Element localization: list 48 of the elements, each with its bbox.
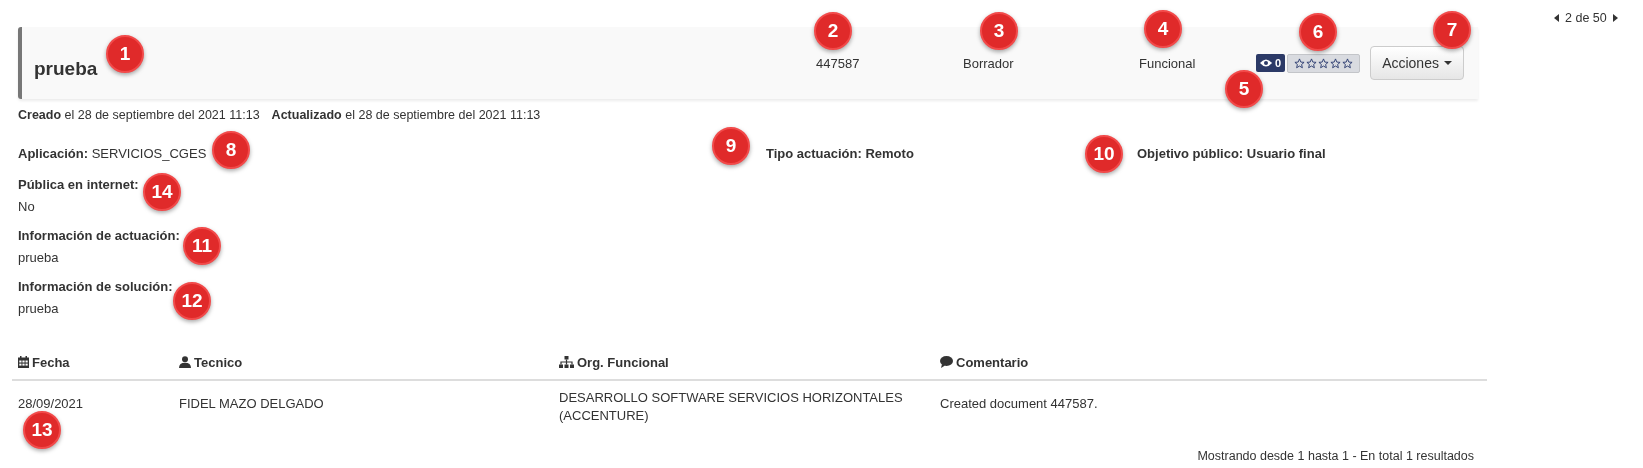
created-date: Creado el 28 de septiembre del 2021 11:13 <box>18 108 260 122</box>
updated-date: Actualizado el 28 de septiembre del 2021 11:13 <box>271 108 541 122</box>
annotation-marker: 13 <box>23 411 61 449</box>
caret-icon <box>1443 61 1452 65</box>
field-text: Tipo actuación: Remoto <box>766 146 914 161</box>
document-code: 447587 <box>816 55 860 71</box>
annotation-marker: 14 <box>143 173 181 211</box>
table-cell: 28/09/2021 <box>18 396 84 411</box>
table-cell: Created document 447587. <box>940 396 1098 411</box>
annotation-marker: 10 <box>1085 135 1123 173</box>
field-text: Aplicación: SERVICIOS_CGES <box>18 146 207 161</box>
annotation-marker: 11 <box>183 227 221 265</box>
document-type: Funcional <box>1139 55 1196 71</box>
next-icon[interactable] <box>1612 14 1618 22</box>
field-label: Información de solución: <box>18 279 173 294</box>
annotation-marker: 6 <box>1299 13 1337 51</box>
actions-button[interactable]: Acciones <box>1370 46 1464 80</box>
annotation-marker: 2 <box>814 12 852 50</box>
table-cell: FIDEL MAZO DELGADO <box>179 396 324 411</box>
table-cell: DESARROLLO SOFTWARE SERVICIOS HORIZONTALES (ACCENTURE) <box>559 390 903 423</box>
field-text: Objetivo público: Usuario final <box>1137 146 1326 161</box>
document-title: prueba <box>33 57 98 80</box>
column-header: Org. Funcional <box>553 346 934 380</box>
column-header: Fecha <box>12 346 173 380</box>
column-header: Comentario <box>934 346 1487 380</box>
user-icon <box>179 356 191 368</box>
results-summary: Mostrando desde 1 hasta 1 - En total 1 resultados <box>1197 449 1474 463</box>
annotation-marker: 8 <box>212 131 250 169</box>
previous-icon[interactable] <box>1554 14 1559 22</box>
field-value: prueba <box>18 250 59 265</box>
sitemap-icon <box>559 356 574 368</box>
field-value: No <box>18 199 35 214</box>
annotation-marker: 4 <box>1144 10 1182 48</box>
document-status: Borrador <box>963 55 1014 71</box>
page-indicator: 2 de 50 <box>1565 11 1607 25</box>
annotation-marker: 3 <box>980 12 1018 50</box>
field-label: Información de actuación: <box>18 228 180 243</box>
field-label: Pública en internet: <box>18 177 139 192</box>
annotation-marker: 9 <box>712 127 750 165</box>
annotation-marker: 7 <box>1433 11 1471 49</box>
calendar-icon <box>18 356 29 368</box>
views-badge: 0 <box>1256 54 1286 72</box>
annotation-marker: 12 <box>173 282 211 320</box>
column-header: Tecnico <box>173 346 553 380</box>
comment-icon <box>940 356 953 368</box>
eye-icon <box>1260 59 1272 67</box>
field-value: prueba <box>18 301 59 316</box>
star-rating[interactable] <box>1287 53 1361 73</box>
